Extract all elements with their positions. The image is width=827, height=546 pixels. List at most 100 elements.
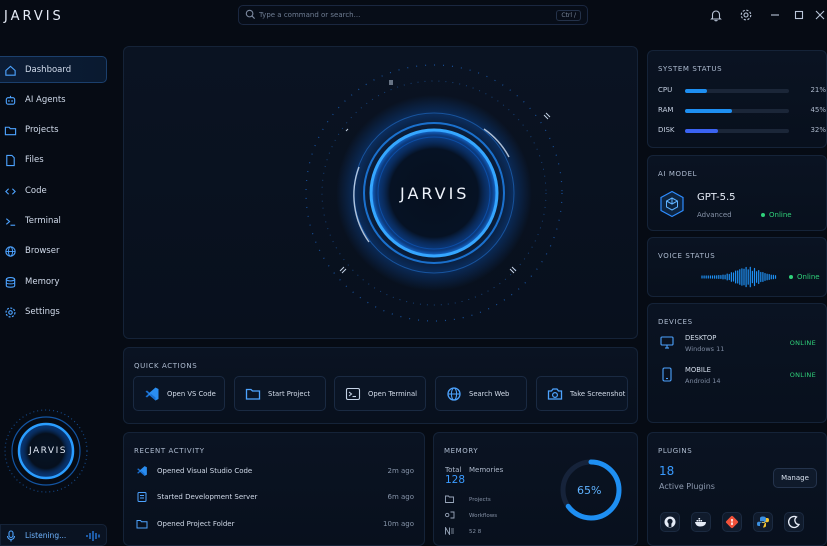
model-status: Online: [761, 211, 792, 219]
device-mobile[interactable]: MOBILE Android 14 ONLINE: [660, 366, 816, 390]
manage-plugins-button[interactable]: Manage: [773, 468, 817, 488]
device-status: ONLINE: [789, 371, 816, 379]
plugins-title: PLUGINS: [658, 447, 693, 455]
camera-icon: [547, 388, 563, 400]
quick-action-label: Take Screenshot: [570, 390, 626, 398]
sidebar-item-memory[interactable]: Memory: [0, 269, 107, 296]
model-cube-icon: [660, 190, 684, 218]
bell-icon[interactable]: [709, 8, 723, 22]
server-icon: [137, 492, 147, 502]
github-plugin[interactable]: [660, 512, 680, 532]
device-status: ONLINE: [789, 339, 816, 347]
memory-row-label: Workflows: [469, 513, 498, 519]
stat-label: RAM: [658, 106, 674, 114]
device-desktop[interactable]: DESKTOP Windows 11 ONLINE: [660, 334, 816, 358]
python-icon: [757, 516, 769, 528]
globe-icon: [5, 246, 16, 257]
system-status-panel: SYSTEM STATUS CPU 21% RAM 45% DISK 32%: [647, 50, 827, 148]
sidebar-item-label: Memory: [25, 277, 60, 287]
sidebar-item-label: Projects: [25, 125, 59, 135]
voice-status-panel: VOICE STATUS Online: [647, 237, 827, 297]
docker-plugin[interactable]: [691, 512, 711, 532]
memory-memories-label: Memories: [469, 466, 504, 474]
take-screenshot-button[interactable]: Take Screenshot: [536, 376, 628, 411]
git-plugin[interactable]: [722, 512, 742, 532]
memory-total-label: Total: [445, 466, 462, 474]
core-panel: JARVIS: [123, 46, 638, 339]
command-search[interactable]: Ctrl /: [238, 5, 588, 25]
maximize-icon[interactable]: [792, 8, 806, 22]
terminal-icon: [5, 218, 16, 226]
voice-status-text: Online: [797, 273, 820, 281]
listening-label: Listening...: [25, 531, 67, 540]
stat-value: 45%: [810, 106, 826, 114]
disk-stat: DISK 32%: [658, 126, 826, 138]
core-label: JARVIS: [400, 184, 470, 203]
sidebar-item-label: Terminal: [25, 216, 61, 226]
search-input[interactable]: [259, 8, 529, 22]
activity-text: Opened Visual Studio Code: [157, 467, 253, 475]
listening-indicator[interactable]: Listening...: [0, 524, 107, 546]
sidebar-item-files[interactable]: Files: [0, 147, 107, 174]
activity-item[interactable]: Opened Project Folder 10m ago: [136, 518, 414, 532]
sidebar-item-ai-agents[interactable]: AI Agents: [0, 87, 107, 114]
plugins-count-label: Active Plugins: [659, 482, 715, 491]
terminal-icon: [345, 387, 361, 401]
theme-plugin[interactable]: [784, 512, 804, 532]
sidebar-item-terminal[interactable]: Terminal: [0, 208, 107, 235]
core-visual: [305, 64, 563, 322]
open-terminal-button[interactable]: Open Terminal: [334, 376, 426, 411]
sidebar-item-settings[interactable]: Settings: [0, 299, 107, 326]
activity-time: 10m ago: [383, 520, 414, 528]
device-os: Windows 11: [685, 345, 725, 353]
devices-panel: DEVICES DESKTOP Windows 11 ONLINE MOBILE…: [647, 303, 827, 423]
minimize-icon[interactable]: [768, 8, 782, 22]
memory-panel: MEMORY Total 128 Memories Projects Workf…: [433, 432, 638, 546]
ai-model-title: AI MODEL: [658, 170, 698, 178]
stat-label: DISK: [658, 126, 675, 134]
stat-value: 21%: [810, 86, 826, 94]
online-dot: [761, 213, 765, 217]
file-icon: [6, 154, 15, 167]
model-tier: Advanced: [697, 211, 732, 219]
search-web-button[interactable]: Search Web: [435, 376, 527, 411]
start-project-button[interactable]: Start Project: [234, 376, 326, 411]
folder-icon: [245, 388, 261, 400]
phone-icon: [662, 367, 672, 382]
python-plugin[interactable]: [753, 512, 773, 532]
sidebar-item-projects[interactable]: Projects: [0, 117, 107, 144]
memory-title: MEMORY: [444, 447, 479, 455]
sidebar-item-dashboard[interactable]: Dashboard: [0, 56, 107, 83]
activity-text: Started Development Server: [157, 493, 258, 501]
database-icon: [5, 277, 16, 288]
activity-item[interactable]: Opened Visual Studio Code 2m ago: [136, 465, 414, 479]
sidebar-item-label: AI Agents: [25, 95, 66, 105]
online-dot: [789, 275, 793, 279]
search-shortcut: Ctrl /: [556, 10, 581, 21]
activity-item[interactable]: Started Development Server 6m ago: [136, 491, 414, 505]
open-vs-code-button[interactable]: Open VS Code: [133, 376, 225, 411]
sidebar-item-label: Files: [25, 155, 44, 165]
top-bar: JARVIS Ctrl /: [0, 0, 827, 34]
sidebar-item-code[interactable]: Code: [0, 178, 107, 205]
sidebar-item-label: Code: [25, 186, 47, 196]
projects-icon: [445, 495, 454, 503]
monitor-icon: [660, 336, 674, 349]
notes-icon: [445, 527, 454, 535]
memory-row-label: 52 8: [469, 529, 482, 535]
model-name: GPT-5.5: [697, 192, 736, 203]
vscode-icon: [137, 466, 147, 476]
quick-action-label: Search Web: [469, 390, 510, 398]
sidebar-item-browser[interactable]: Browser: [0, 238, 107, 265]
voice-wave-icon: [86, 531, 100, 541]
sidebar-item-label: Settings: [25, 307, 60, 317]
docker-icon: [695, 518, 706, 527]
close-icon[interactable]: [813, 8, 827, 22]
workflows-icon: [445, 511, 455, 519]
vscode-icon: [145, 387, 159, 401]
sidebar-item-label: Browser: [25, 246, 60, 256]
code-icon: [5, 188, 16, 195]
gear-icon[interactable]: [739, 8, 753, 22]
home-icon: [5, 65, 16, 76]
search-icon: [245, 9, 256, 20]
